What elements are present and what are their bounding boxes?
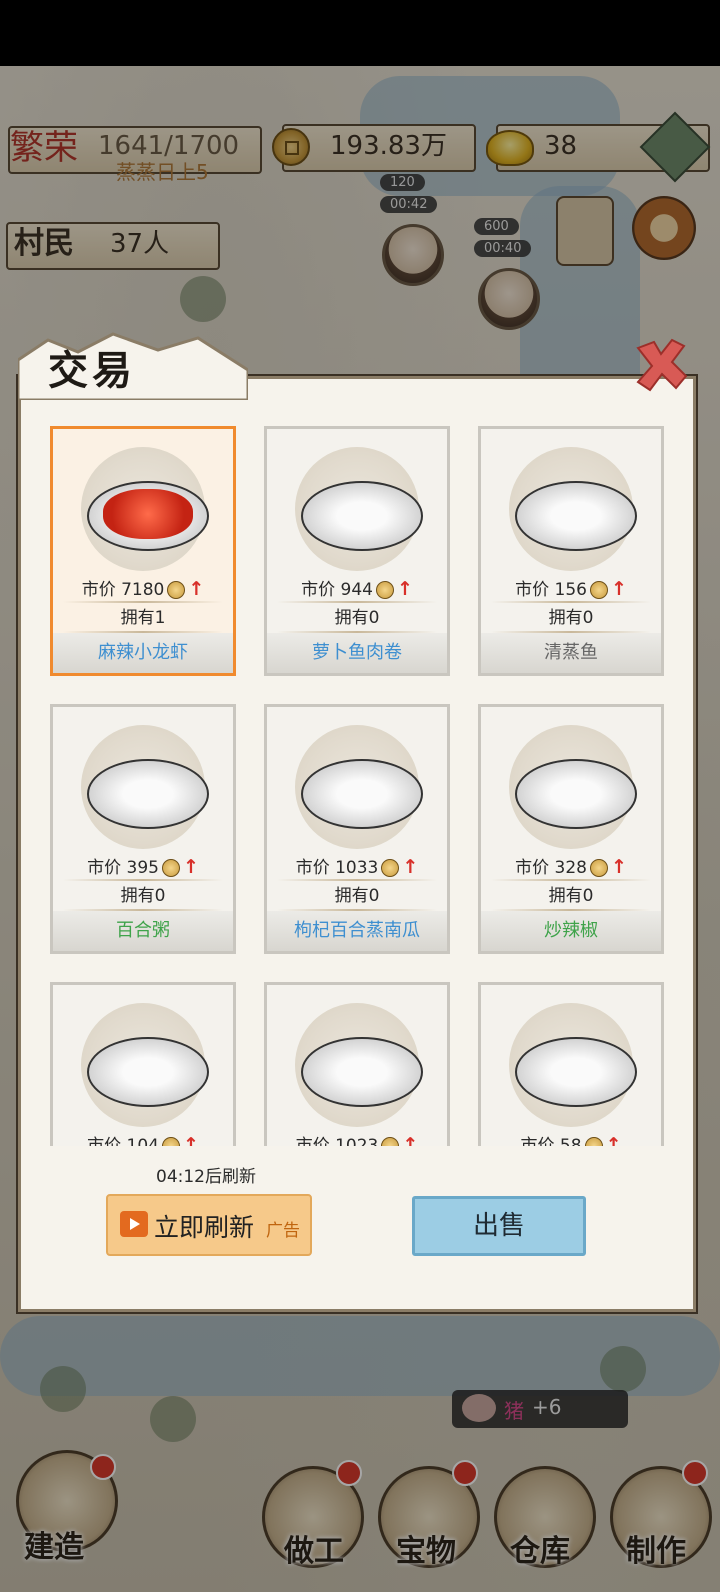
item-card[interactable]: 市价 156 ↑ 拥有0 清蒸鱼	[478, 426, 664, 676]
crayfish-dish-icon	[87, 481, 209, 551]
chili-dish-icon	[515, 759, 637, 829]
item-owned: 拥有1	[120, 608, 166, 628]
coin-icon	[161, 859, 180, 877]
price-up-icon: ↑	[605, 1134, 622, 1146]
item-price: 市价 7180 ↑	[53, 575, 233, 603]
item-name: 百合粥	[53, 911, 233, 951]
item-price: 市价 1023 ↑	[267, 1131, 447, 1146]
item-price: 市价 944 ↑	[267, 575, 447, 603]
sell-button-label: 出售	[472, 1211, 525, 1241]
price-up-icon: ↑	[188, 578, 205, 600]
price-up-icon: ↑	[610, 578, 627, 600]
coin-icon	[589, 581, 608, 599]
item-price: 市价 328 ↑	[481, 853, 661, 881]
item-price: 市价 395 ↑	[53, 853, 233, 881]
lily-porridge-dish-icon	[87, 759, 209, 829]
item-card[interactable]: 市价 104 ↑	[50, 982, 236, 1146]
coin-icon	[584, 1137, 603, 1146]
stir-fry-dish-icon	[87, 1037, 209, 1107]
item-card[interactable]: 市价 58 ↑	[478, 982, 664, 1146]
coin-icon	[161, 1137, 180, 1146]
coin-icon	[589, 859, 608, 877]
item-name: 萝卜鱼肉卷	[267, 633, 447, 673]
item-name: 麻辣小龙虾	[53, 633, 233, 673]
price-up-icon: ↑	[610, 856, 627, 878]
sell-button[interactable]: 出售	[412, 1196, 586, 1256]
item-price: 市价 1033 ↑	[267, 853, 447, 881]
price-up-icon: ↑	[182, 856, 199, 878]
coin-icon	[375, 581, 394, 599]
item-price: 市价 58 ↑	[481, 1131, 661, 1146]
tofu-dish-icon	[301, 1037, 423, 1107]
steamed-fish-dish-icon	[515, 481, 637, 551]
item-card[interactable]: 市价 944 ↑ 拥有0 萝卜鱼肉卷	[264, 426, 450, 676]
price-up-icon: ↑	[402, 1134, 419, 1146]
refresh-countdown: 04:12后刷新	[156, 1167, 256, 1187]
rice-bowl-icon	[515, 1037, 637, 1107]
item-price: 市价 104 ↑	[53, 1131, 233, 1146]
coin-icon	[167, 581, 186, 599]
price-up-icon: ↑	[396, 578, 413, 600]
fish-roll-dish-icon	[301, 481, 423, 551]
item-owned: 拥有0	[548, 608, 594, 628]
ad-tag: 广告	[266, 1221, 300, 1241]
item-owned: 拥有0	[334, 608, 380, 628]
price-up-icon: ↑	[182, 1134, 199, 1146]
item-owned: 拥有0	[334, 886, 380, 906]
item-owned: 拥有0	[120, 886, 166, 906]
item-grid[interactable]: 市价 7180 ↑ 拥有1 麻辣小龙虾 市价 944 ↑ 拥有0 萝卜鱼肉卷 市价 …	[40, 418, 678, 1146]
item-card[interactable]: 市价 1033 ↑ 拥有0 枸杞百合蒸南瓜	[264, 704, 450, 954]
price-up-icon: ↑	[402, 856, 419, 878]
item-name: 炒辣椒	[481, 911, 661, 951]
item-card[interactable]: 市价 7180 ↑ 拥有1 麻辣小龙虾	[50, 426, 236, 676]
item-name: 枸杞百合蒸南瓜	[267, 911, 447, 951]
video-ad-icon	[120, 1211, 148, 1237]
pumpkin-dish-icon	[301, 759, 423, 829]
item-card[interactable]: 市价 1023 ↑	[264, 982, 450, 1146]
coin-icon	[381, 859, 400, 877]
refresh-button-label: 立即刷新	[154, 1213, 255, 1242]
item-price: 市价 156 ↑	[481, 575, 661, 603]
item-card[interactable]: 市价 395 ↑ 拥有0 百合粥	[50, 704, 236, 954]
close-icon[interactable]	[632, 336, 690, 394]
item-owned: 拥有0	[548, 886, 594, 906]
item-card[interactable]: 市价 328 ↑ 拥有0 炒辣椒	[478, 704, 664, 954]
coin-icon	[381, 1137, 400, 1146]
dialog-title: 交易	[48, 347, 136, 394]
refresh-now-button[interactable]: 立即刷新 广告	[106, 1194, 312, 1256]
item-name: 清蒸鱼	[481, 633, 661, 673]
